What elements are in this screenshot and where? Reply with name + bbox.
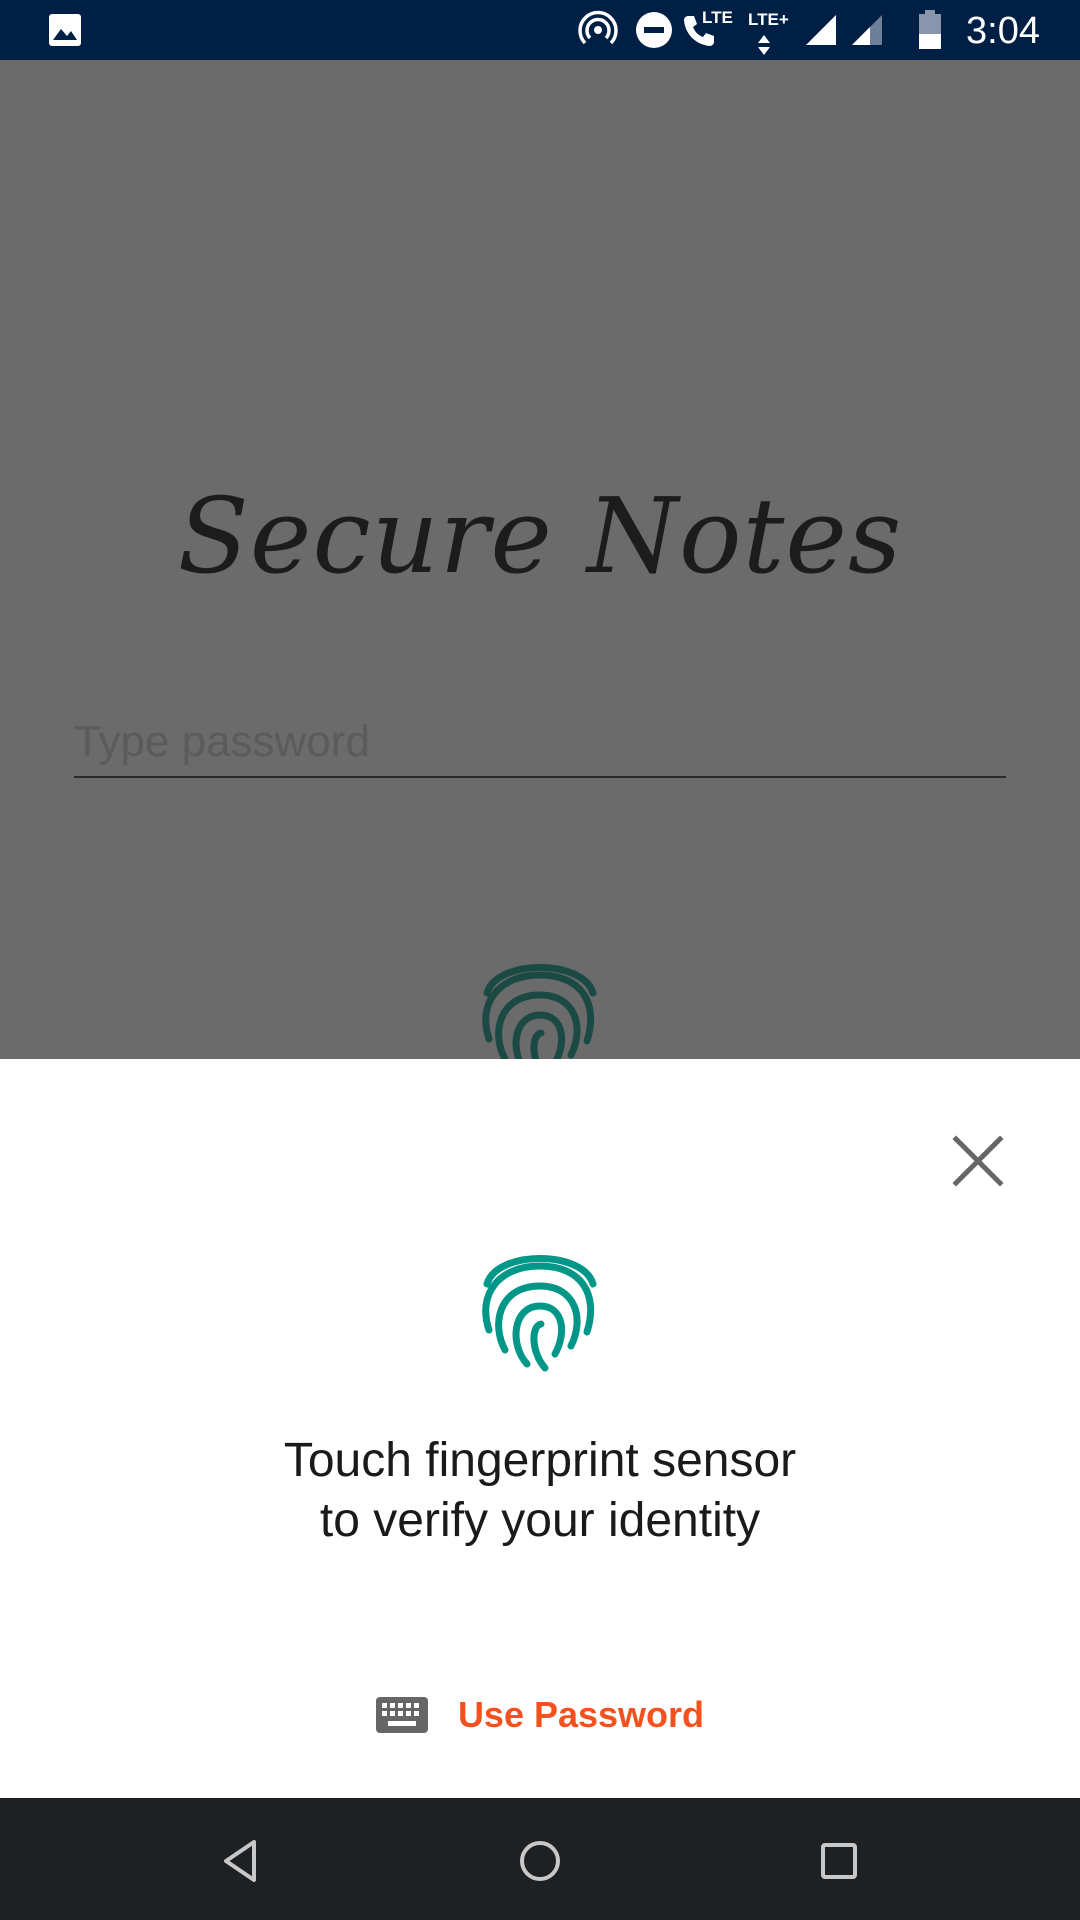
signal-full-icon [804, 0, 838, 60]
home-icon [520, 1841, 560, 1881]
lte-plus-data-icon: LTE+ [748, 0, 789, 60]
dnd-icon [635, 0, 673, 60]
volte-call-icon: LTE [682, 0, 733, 60]
prompt-line-1: Touch fingerprint sensor [283, 1434, 797, 1487]
hotspot-icon [578, 0, 618, 60]
navigation-bar [0, 1798, 1080, 1920]
back-button[interactable] [214, 1834, 268, 1888]
fingerprint-dialog: Touch fingerprint sensor to verify your … [0, 1059, 1080, 1798]
close-button[interactable] [948, 1131, 1008, 1191]
back-icon [224, 1840, 256, 1882]
signal-partial-icon [850, 0, 884, 60]
fingerprint-icon [482, 964, 597, 1059]
fingerprint-prompt: Touch fingerprint sensor to verify your … [0, 1431, 1080, 1551]
image-icon [48, 0, 82, 60]
recents-button[interactable] [812, 1834, 866, 1888]
network-type-label: LTE+ [748, 10, 789, 29]
home-button[interactable] [513, 1834, 567, 1888]
use-password-button[interactable]: Use Password [0, 1685, 1080, 1745]
fingerprint-icon [482, 1255, 597, 1372]
app-background-scrim[interactable]: Secure Notes [0, 60, 1080, 1059]
keyboard-icon [375, 1697, 428, 1733]
status-bar: LTE LTE+ 3:04 [0, 0, 1080, 60]
clock: 3:04 [966, 10, 1040, 52]
battery-icon [918, 0, 942, 60]
app-title: Secure Notes [177, 475, 903, 597]
prompt-line-2: to verify your identity [319, 1494, 761, 1547]
recents-icon [821, 1843, 857, 1879]
call-lte-label: LTE [702, 8, 733, 27]
password-input[interactable] [74, 708, 1006, 778]
close-icon [952, 1135, 1004, 1187]
use-password-label: Use Password [457, 1694, 705, 1735]
